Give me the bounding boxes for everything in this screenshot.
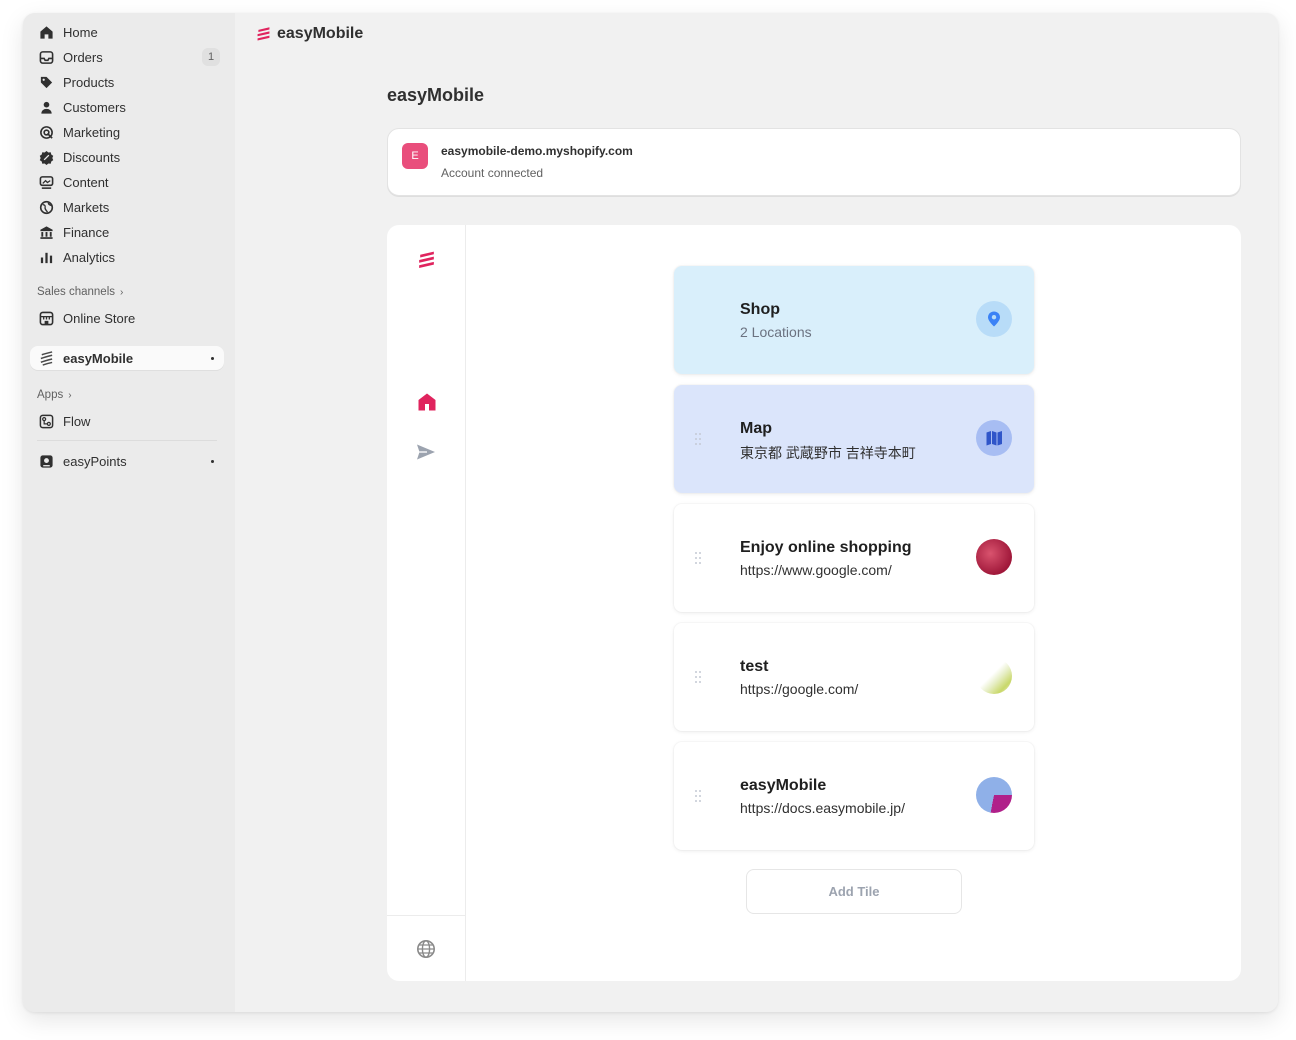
tile-shop[interactable]: Shop 2 Locations xyxy=(674,266,1034,374)
easymobile-logo-icon xyxy=(38,350,54,366)
tile-title: easyMobile xyxy=(740,777,827,794)
tile-link[interactable]: Enjoy online shopping https://www.google… xyxy=(674,504,1034,612)
store-icon xyxy=(38,310,54,326)
sidebar-item-content[interactable]: Content xyxy=(30,170,224,194)
sidebar-item-label: Finance xyxy=(63,224,110,240)
sidebar-item-home[interactable]: Home xyxy=(30,20,224,44)
drag-handle-icon[interactable] xyxy=(694,670,702,684)
tile-subtitle: https://google.com/ xyxy=(740,681,859,697)
chevron-right-icon: › xyxy=(120,286,124,298)
app-window: Home Orders 1 Products Customers Marketi… xyxy=(23,13,1278,1012)
app-name: easyMobile xyxy=(277,25,364,42)
avatar: E xyxy=(402,143,428,169)
app-header: easyMobile xyxy=(255,25,363,43)
sidebar-item-discounts[interactable]: Discounts xyxy=(30,145,224,169)
globe-icon[interactable] xyxy=(416,939,436,959)
sidebar-item-easymobile[interactable]: easyMobile xyxy=(30,346,224,370)
sidebar-item-orders[interactable]: Orders 1 xyxy=(30,45,224,69)
tile-subtitle: https://docs.easymobile.jp/ xyxy=(740,800,905,816)
account-card: E easymobile-demo.myshopify.com Account … xyxy=(387,128,1241,196)
sales-channels-label: Sales channels xyxy=(37,286,115,298)
thumbnail-image xyxy=(976,777,1012,813)
sidebar: Home Orders 1 Products Customers Marketi… xyxy=(23,13,235,1012)
tile-map[interactable]: Map 東京都 武蔵野市 吉祥寺本町 xyxy=(674,385,1034,493)
content-icon xyxy=(38,174,54,190)
sidebar-item-marketing[interactable]: Marketing xyxy=(30,120,224,144)
location-pin-icon xyxy=(976,301,1012,337)
bar-chart-icon xyxy=(38,249,54,265)
tile-subtitle: 東京都 武蔵野市 吉祥寺本町 xyxy=(740,445,916,461)
bank-icon xyxy=(38,224,54,240)
sidebar-item-label: Marketing xyxy=(63,124,121,140)
apps-label: Apps xyxy=(37,389,64,401)
sidebar-item-analytics[interactable]: Analytics xyxy=(30,245,224,269)
main-content: easyMobile easyMobile E easymobile-demo.… xyxy=(235,13,1278,1012)
sidebar-item-label: easyMobile xyxy=(63,350,134,366)
rail-divider xyxy=(387,915,466,916)
easymobile-logo-icon xyxy=(257,26,270,41)
sidebar-item-label: Online Store xyxy=(63,310,136,326)
sidebar-item-label: Discounts xyxy=(63,149,121,165)
tile-title: Enjoy online shopping xyxy=(740,539,912,556)
account-domain: easymobile-demo.myshopify.com xyxy=(441,144,633,158)
sidebar-item-label: Products xyxy=(63,74,115,90)
drag-handle-icon[interactable] xyxy=(694,551,702,565)
pin-dot xyxy=(211,460,214,463)
tile-title: Map xyxy=(740,420,772,437)
tag-icon xyxy=(38,74,54,90)
chevron-right-icon: › xyxy=(68,389,72,401)
sidebar-item-markets[interactable]: Markets xyxy=(30,195,224,219)
page-title: easyMobile xyxy=(387,85,485,105)
sales-channels-section[interactable]: Sales channels › xyxy=(37,286,123,298)
inbox-icon xyxy=(38,49,54,65)
sidebar-item-label: Orders xyxy=(63,49,103,65)
sidebar-item-label: Analytics xyxy=(63,249,116,265)
sidebar-item-label: Flow xyxy=(63,413,91,429)
tile-title: test xyxy=(740,658,769,675)
sidebar-item-label: easyPoints xyxy=(63,453,127,469)
discount-icon xyxy=(38,149,54,165)
tile-subtitle: https://www.google.com/ xyxy=(740,562,892,578)
thumbnail-image xyxy=(976,658,1012,694)
easymobile-logo-icon xyxy=(419,251,434,268)
sidebar-item-label: Content xyxy=(63,174,109,190)
tile-title: Shop xyxy=(740,301,780,318)
easypoints-icon xyxy=(38,453,54,469)
add-tile-button[interactable]: Add Tile xyxy=(746,869,962,914)
tile-editor: Shop 2 Locations Map 東京都 武蔵野市 吉祥寺本町 Enjo… xyxy=(387,225,1241,981)
apps-section[interactable]: Apps › xyxy=(37,389,72,401)
home-icon xyxy=(38,24,54,40)
editor-rail xyxy=(387,225,466,981)
sidebar-item-easypoints[interactable]: easyPoints xyxy=(30,449,224,473)
tile-link[interactable]: test https://google.com/ xyxy=(674,623,1034,731)
orders-count-badge: 1 xyxy=(202,48,220,66)
sidebar-item-label: Markets xyxy=(63,199,110,215)
sidebar-item-label: Home xyxy=(63,24,98,40)
sidebar-item-finance[interactable]: Finance xyxy=(30,220,224,244)
send-icon[interactable] xyxy=(415,441,437,463)
drag-handle-icon[interactable] xyxy=(694,789,702,803)
tile-subtitle: 2 Locations xyxy=(740,324,812,340)
target-icon xyxy=(38,124,54,140)
account-status: Account connected xyxy=(441,166,544,180)
person-icon xyxy=(38,99,54,115)
sidebar-item-customers[interactable]: Customers xyxy=(30,95,224,119)
flow-icon xyxy=(38,413,54,429)
sidebar-item-online-store[interactable]: Online Store xyxy=(30,306,224,330)
tile-link[interactable]: easyMobile https://docs.easymobile.jp/ xyxy=(674,742,1034,850)
drag-handle-icon[interactable] xyxy=(694,432,702,446)
globe-icon xyxy=(38,199,54,215)
sidebar-item-flow[interactable]: Flow xyxy=(30,409,224,433)
sidebar-item-products[interactable]: Products xyxy=(30,70,224,94)
sidebar-item-label: Customers xyxy=(63,99,126,115)
pin-dot xyxy=(211,357,214,360)
map-icon xyxy=(976,420,1012,456)
thumbnail-image xyxy=(976,539,1012,575)
sidebar-divider xyxy=(37,440,217,441)
home-icon[interactable] xyxy=(416,391,438,413)
